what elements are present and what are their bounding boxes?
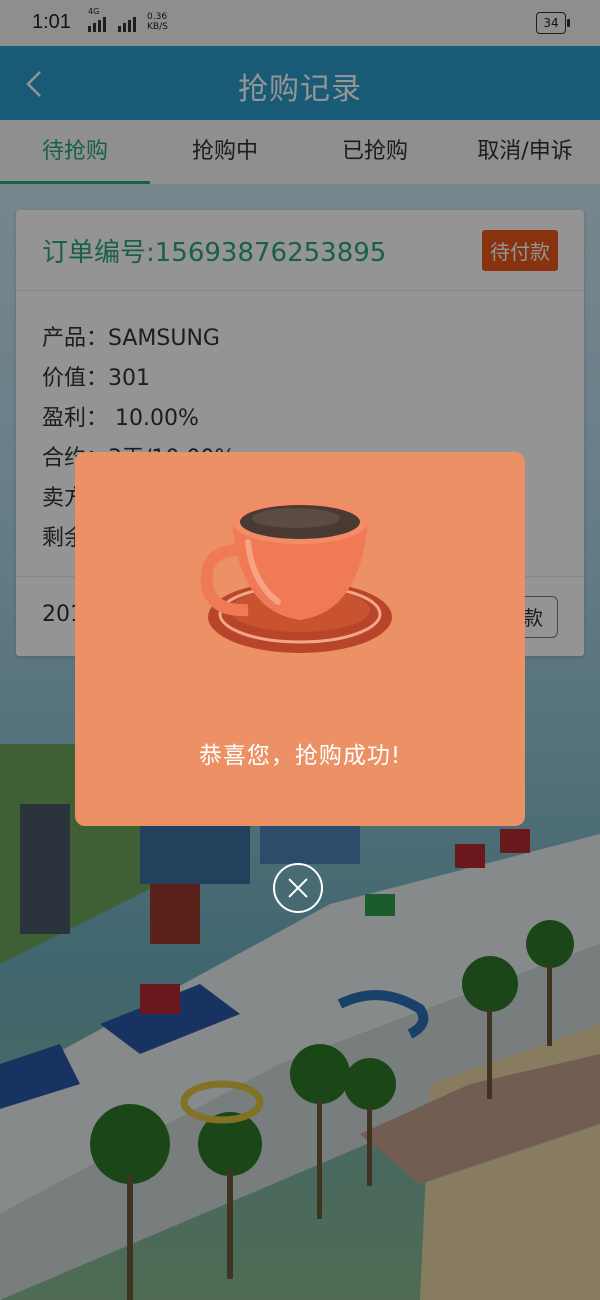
success-modal: 恭喜您，抢购成功! bbox=[75, 452, 525, 826]
close-icon bbox=[288, 878, 308, 898]
success-message: 恭喜您，抢购成功! bbox=[198, 743, 402, 769]
coffee-cup-icon bbox=[200, 500, 392, 653]
close-button[interactable] bbox=[273, 863, 323, 913]
